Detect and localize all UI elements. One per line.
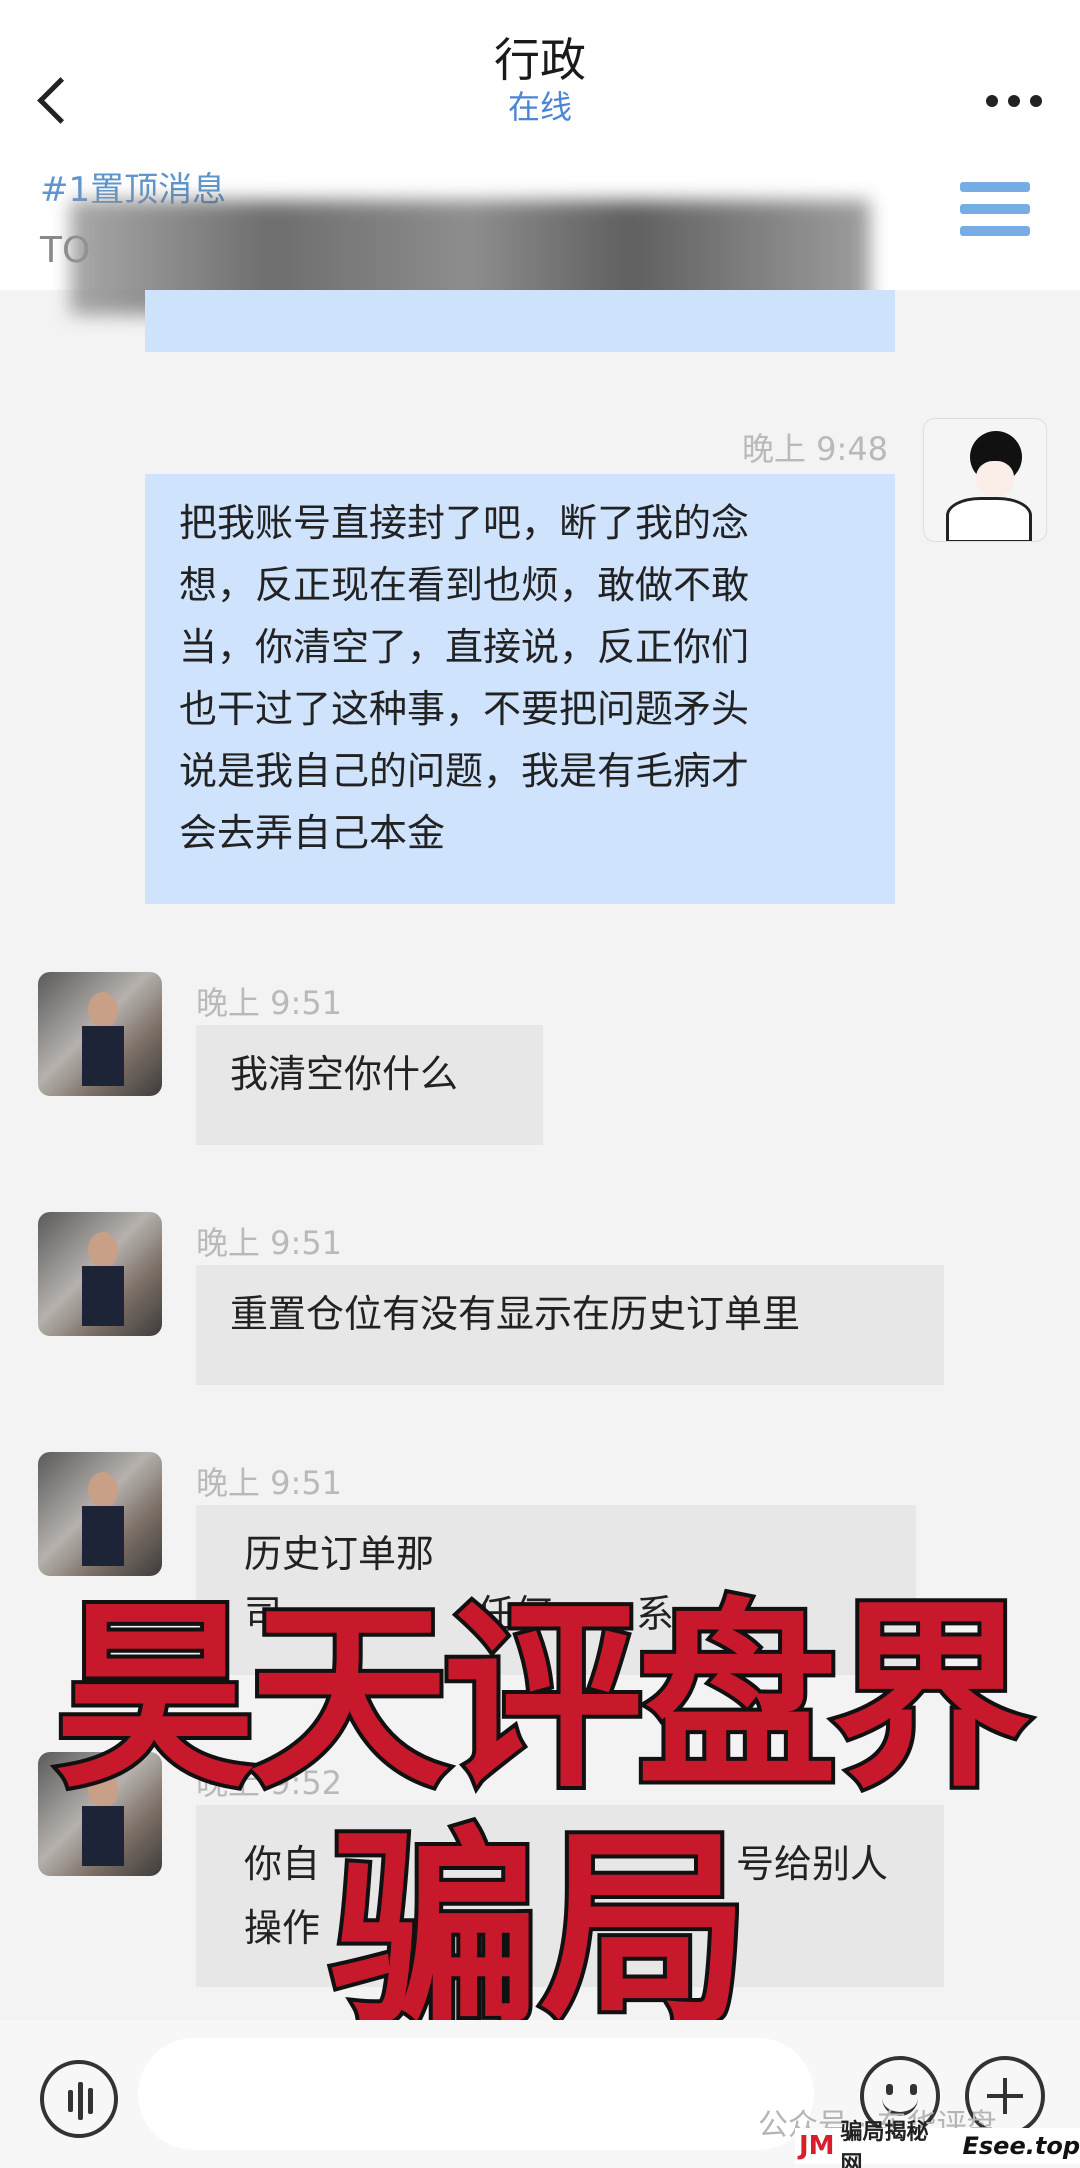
- chat-header: 行政 在线: [0, 0, 1080, 150]
- message-line: 会去弄自己本金: [179, 811, 446, 855]
- pinned-list-icon[interactable]: [960, 182, 1030, 262]
- previous-message-bubble: [145, 290, 895, 352]
- message-input[interactable]: [138, 2038, 814, 2150]
- message-bubble[interactable]: 我清空你什么: [196, 1025, 543, 1145]
- contact-avatar[interactable]: [38, 972, 162, 1096]
- message-line: 当，你清空了，直接说，反正你们: [179, 625, 750, 669]
- contact-avatar[interactable]: [38, 1212, 162, 1336]
- online-status: 在线: [507, 88, 572, 126]
- message-line: 把我账号直接封了吧，断了我的念: [179, 501, 750, 545]
- my-avatar[interactable]: [923, 418, 1047, 542]
- message-time: 晚上 9:51: [196, 1224, 343, 1262]
- site-name: 骗局揭秘网: [840, 2120, 929, 2168]
- message-bubble[interactable]: 把我账号直接封了吧，断了我的念 想，反正现在看到也烦，敢做不敢 当，你清空了，直…: [145, 474, 895, 904]
- message-time: 晚上 9:48: [742, 430, 889, 468]
- message-line: 我清空你什么: [230, 1052, 459, 1096]
- message-line: 也干过了这种事，不要把问题矛头: [179, 687, 750, 731]
- message-time: 晚上 9:51: [196, 1464, 343, 1502]
- site-logo: JM: [799, 2131, 835, 2161]
- message-line: 重置仓位有没有显示在历史订单里: [230, 1292, 801, 1336]
- site-watermark: JM 骗局揭秘网 Esee.top: [795, 2120, 1080, 2168]
- message-line: 说是我自己的问题，我是有毛病才: [179, 749, 750, 793]
- site-url: Esee.top: [962, 2132, 1080, 2160]
- chat-title: 行政: [494, 33, 586, 87]
- message-time: 晚上 9:51: [196, 984, 343, 1022]
- more-dots-icon[interactable]: [986, 95, 1046, 109]
- overlay-subheadline: 骗局: [326, 1804, 754, 2057]
- message-line: 想，反正现在看到也烦，敢做不敢: [179, 563, 750, 607]
- voice-icon[interactable]: [40, 2060, 118, 2138]
- message-bubble[interactable]: 重置仓位有没有显示在历史订单里: [196, 1265, 944, 1385]
